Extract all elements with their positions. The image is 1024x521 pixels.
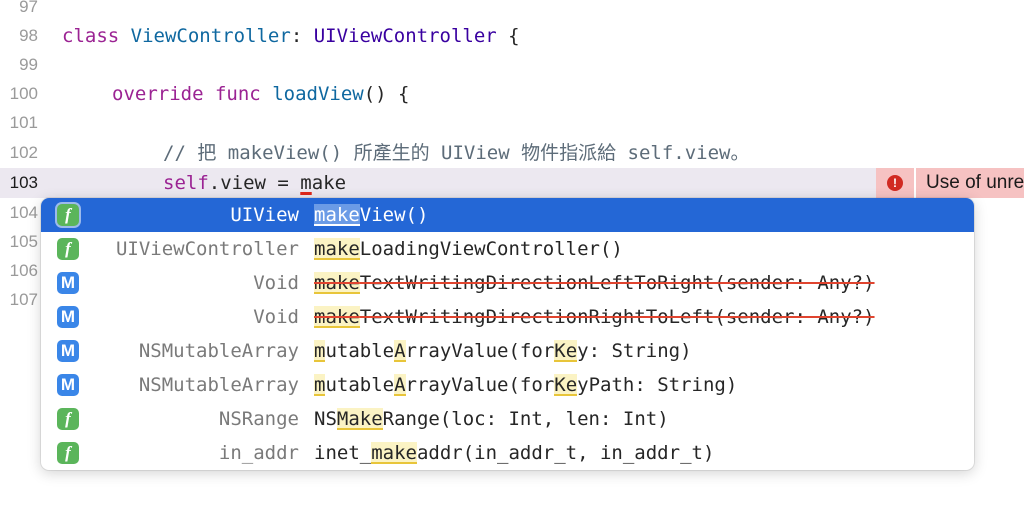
line-number: 98 [19,26,38,45]
method-kind-icon: M [57,306,79,328]
completion-item[interactable]: M NSMutableArray mutableArrayValue(forKey:… [41,334,974,368]
punctuation: () { [363,83,410,105]
current-code-line[interactable]: 103 self.view = make [0,168,1024,198]
return-type: NSMutableArray [138,374,299,396]
completion-signature: makeTextWritingDirectionRightToLeft(send… [314,300,875,334]
match-highlight: Ke [554,340,578,362]
method-kind-icon: M [57,272,79,294]
exclamation-icon: ! [887,175,903,191]
signature-text: TextWritingDirectionRightToLeft(sender: … [359,306,875,328]
line-number: 106 [9,261,38,280]
match-highlight: make [314,306,360,328]
match-highlight: A [394,374,406,396]
completion-item[interactable]: f UIView makeView() [41,198,974,232]
keyword-func: func [214,83,261,105]
completion-signature: makeLoadingViewController() [314,232,623,266]
completion-item[interactable]: f UIViewController makeLoadingViewControll… [41,232,974,266]
line-number: 102 [9,143,38,162]
function-kind-icon: f [57,442,79,464]
match-highlight: make [371,442,417,464]
signature-text: yPath: String) [577,374,738,396]
code-text[interactable]: self.view = make [163,168,346,198]
keyword-class: class [62,25,120,47]
signature-text: TextWritingDirectionLeftToRight(sender: … [359,272,875,294]
function-kind-icon: f [57,238,79,260]
signature-text: inet_ [314,442,372,464]
keyword-self: self [163,172,209,194]
return-type: NSRange [218,408,299,430]
completion-signature: makeView() [314,198,428,232]
autocomplete-popup[interactable]: f UIView makeView() f UIViewController makeLo… [41,198,974,470]
line-number: 103 [9,173,38,192]
function-kind-icon: f [57,408,79,430]
code-line: 97 [0,0,1024,22]
signature-text: View() [359,204,429,226]
signature-text: utable [325,374,395,396]
punctuation: { [496,25,520,47]
completion-item[interactable]: M Void makeTextWritingDirectionRightToLeft… [41,300,974,334]
match-highlight: make [314,204,360,226]
method-kind-icon: M [57,374,79,396]
code-text: class ViewController: UIViewController { [62,21,520,51]
code-line: 99 [0,50,1024,80]
return-type: Void [253,272,299,294]
completion-item[interactable]: f in_addr inet_makeaddr(in_addr_t, in_addr… [41,436,974,470]
code-comment: // 把 makeView() 所產生的 UIView 物件指派給 self.v… [163,142,750,164]
signature-text: rrayValue(for [405,374,555,396]
code-line: 101 [0,108,1024,138]
signature-text: y: String) [577,340,692,362]
line-number: 99 [19,55,38,74]
method-kind-icon: M [57,340,79,362]
match-highlight: A [394,340,406,362]
error-banner[interactable]: ! Use of unresolved identifier 'make' [876,168,1024,198]
signature-text: Range(loc: Int, len: Int) [382,408,669,430]
completion-signature: NSMakeRange(loc: Int, len: Int) [314,402,669,436]
class-name: ViewController [130,25,291,47]
code-fragment: ake [311,172,347,194]
return-type: Void [253,306,299,328]
line-number: 105 [9,232,38,251]
code-line: 100 override func loadView() { [0,79,1024,109]
line-number: 104 [9,203,38,222]
punctuation: : [290,25,314,47]
completion-signature: mutableArrayValue(forKey: String) [314,334,692,368]
return-type: UIViewController [115,238,299,260]
match-highlight: make [314,272,360,294]
line-number: 100 [9,84,38,103]
match-highlight: m [314,374,326,396]
completion-item[interactable]: M Void makeTextWritingDirectionLeftToRight… [41,266,974,300]
signature-text: LoadingViewController() [359,238,623,260]
completion-signature: makeTextWritingDirectionLeftToRight(send… [314,266,875,300]
match-highlight: m [314,340,326,362]
code-text: override func loadView() { [112,79,409,109]
completion-item[interactable]: M NSMutableArray mutableArrayValue(forKeyP… [41,368,974,402]
match-highlight: Ke [554,374,578,396]
completion-signature: inet_makeaddr(in_addr_t, in_addr_t) [314,436,714,470]
code-fragment: .view = [208,172,301,194]
line-number: 107 [9,290,38,309]
error-message[interactable]: Use of unresolved identifier 'make' [916,168,1024,198]
signature-text: addr(in_addr_t, in_addr_t) [416,442,715,464]
return-type: in_addr [218,442,299,464]
signature-text: rrayValue(for [405,340,555,362]
keyword-override: override [112,83,204,105]
match-highlight: Make [336,408,383,430]
function-kind-icon: f [57,204,79,226]
error-marker: m [300,172,312,194]
signature-text: utable [325,340,395,362]
code-line: 102 // 把 makeView() 所產生的 UIView 物件指派給 se… [0,138,1024,168]
function-name: loadView [272,83,364,105]
return-type: UIView [230,204,299,226]
return-type: NSMutableArray [138,340,299,362]
line-number: 101 [9,113,38,132]
signature-text: NS [314,408,337,430]
completion-signature: mutableArrayValue(forKeyPath: String) [314,368,737,402]
match-highlight: make [314,238,360,260]
line-number: 97 [19,0,38,16]
error-icon-box[interactable]: ! [876,168,916,198]
code-line: 98 class ViewController: UIViewControlle… [0,21,1024,51]
completion-item[interactable]: f NSRange NSMakeRange(loc: Int, len: Int) [41,402,974,436]
superclass-name: UIViewController [313,25,497,47]
